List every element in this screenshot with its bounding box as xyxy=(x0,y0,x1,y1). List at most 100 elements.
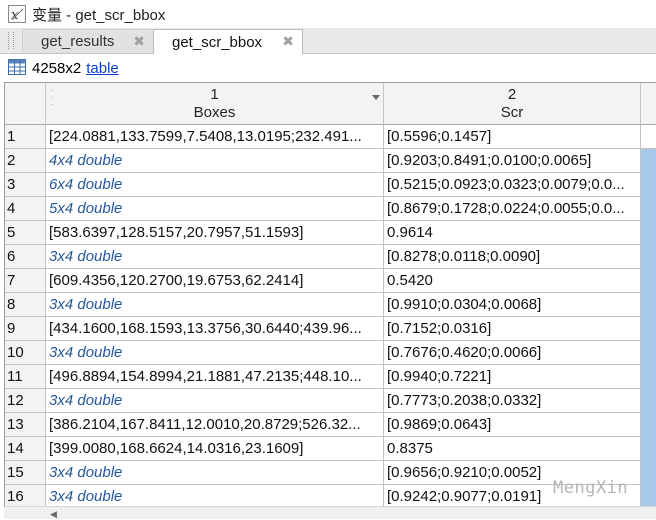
horizontal-scrollbar[interactable]: ◀ xyxy=(4,506,656,519)
cell-empty[interactable] xyxy=(641,389,656,413)
table-row: 14 [399.0080,168.6624,14.0316,23.1609] 0.8… xyxy=(5,437,656,461)
cell-empty[interactable] xyxy=(641,437,656,461)
watermark: MengXin xyxy=(553,478,629,498)
column-name: Scr xyxy=(500,104,524,121)
cell-scr[interactable]: [0.8278;0.0118;0.0090] xyxy=(384,245,641,269)
row-header[interactable]: 8 xyxy=(5,293,46,317)
variable-type-link[interactable]: table xyxy=(86,60,119,77)
cell-boxes[interactable]: [496.8894,154.8994,21.1881,47.2135;448.1… xyxy=(46,365,384,389)
cell-empty[interactable] xyxy=(641,149,656,173)
row-header[interactable]: 2 xyxy=(5,149,46,173)
cell-boxes[interactable]: 3x4 double xyxy=(46,389,384,413)
cell-empty[interactable] xyxy=(641,197,656,221)
tab-get-results[interactable]: get_results ✖ xyxy=(22,29,154,53)
row-header[interactable]: 7 xyxy=(5,269,46,293)
row-header[interactable]: 10 xyxy=(5,341,46,365)
cell-empty[interactable] xyxy=(641,365,656,389)
cell-scr[interactable]: [0.9869;0.0643] xyxy=(384,413,641,437)
table-row: 6 3x4 double [0.8278;0.0118;0.0090] xyxy=(5,245,656,269)
cell-empty[interactable] xyxy=(641,413,656,437)
cell-empty[interactable] xyxy=(641,269,656,293)
cell-boxes[interactable]: 3x4 double xyxy=(46,293,384,317)
cell-scr[interactable]: [0.9203;0.8491;0.0100;0.0065] xyxy=(384,149,641,173)
row-header[interactable]: 12 xyxy=(5,389,46,413)
row-header[interactable]: 1 xyxy=(5,125,46,149)
cell-boxes[interactable]: 3x4 double xyxy=(46,341,384,365)
table-row: 13 [386.2104,167.8411,12.0010,20.8729;526… xyxy=(5,413,656,437)
cell-scr[interactable]: 0.9614 xyxy=(384,221,641,245)
cell-scr[interactable]: 0.8375 xyxy=(384,437,641,461)
variable-dimensions: 4258x2 xyxy=(32,59,82,77)
grid-corner[interactable] xyxy=(5,83,46,125)
variable-grid: · · · 1 Boxes 2 Scr 1 [224.0881,133.7599,7.… xyxy=(4,82,656,518)
cell-empty[interactable] xyxy=(641,221,656,245)
column-header-scr[interactable]: 2 Scr xyxy=(384,83,641,125)
table-row: 7 [609.4356,120.2700,19.6753,62.2414] 0.54… xyxy=(5,269,656,293)
cell-scr[interactable]: [0.7152;0.0316] xyxy=(384,317,641,341)
cell-scr[interactable]: [0.7676;0.4620;0.0066] xyxy=(384,341,641,365)
window-title: 变量 - get_scr_bbox xyxy=(32,6,166,24)
cell-scr[interactable]: [0.7773;0.2038;0.0332] xyxy=(384,389,641,413)
close-icon[interactable]: ✖ xyxy=(133,33,145,50)
cell-boxes[interactable]: 3x4 double xyxy=(46,245,384,269)
row-header[interactable]: 15 xyxy=(5,461,46,485)
row-header[interactable]: 4 xyxy=(5,197,46,221)
cell-empty[interactable] xyxy=(641,245,656,269)
cell-boxes[interactable]: 5x4 double xyxy=(46,197,384,221)
close-icon[interactable]: ✖ xyxy=(282,33,294,50)
cell-empty[interactable] xyxy=(641,293,656,317)
table-row: 4 5x4 double [0.8679;0.1728;0.0224;0.0055;… xyxy=(5,197,656,221)
chevron-down-icon[interactable] xyxy=(372,95,380,100)
tab-grip-handle[interactable] xyxy=(8,32,14,49)
cell-empty[interactable] xyxy=(641,125,656,149)
cell-boxes[interactable]: 4x4 double xyxy=(46,149,384,173)
row-header[interactable]: 6 xyxy=(5,245,46,269)
row-header[interactable]: 5 xyxy=(5,221,46,245)
scroll-left-icon[interactable]: ◀ xyxy=(50,509,57,520)
cell-scr[interactable]: [0.8679;0.1728;0.0224;0.0055;0.0... xyxy=(384,197,641,221)
column-index: 2 xyxy=(507,86,517,103)
cell-scr[interactable]: [0.9910;0.0304;0.0068] xyxy=(384,293,641,317)
column-header-boxes[interactable]: · · · 1 Boxes xyxy=(46,83,384,125)
variable-editor-icon: x xyxy=(8,5,26,23)
variable-info-bar: 4258x2 table xyxy=(0,54,656,82)
column-name: Boxes xyxy=(193,104,236,121)
row-header[interactable]: 3 xyxy=(5,173,46,197)
cell-scr[interactable]: [0.5215;0.0923;0.0323;0.0079;0.0... xyxy=(384,173,641,197)
column-header-empty[interactable] xyxy=(641,83,656,125)
table-row: 5 [583.6397,128.5157,20.7957,51.1593] 0.96… xyxy=(5,221,656,245)
cell-boxes[interactable]: [399.0080,168.6624,14.0316,23.1609] xyxy=(46,437,384,461)
row-header[interactable]: 11 xyxy=(5,365,46,389)
row-header[interactable]: 13 xyxy=(5,413,46,437)
table-row: 1 [224.0881,133.7599,7.5408,13.0195;232.4… xyxy=(5,125,656,149)
cell-boxes[interactable]: [434.1600,168.1593,13.3756,30.6440;439.9… xyxy=(46,317,384,341)
cell-scr[interactable]: [0.9940;0.7221] xyxy=(384,365,641,389)
cell-boxes[interactable]: [583.6397,128.5157,20.7957,51.1593] xyxy=(46,221,384,245)
cell-boxes[interactable]: [386.2104,167.8411,12.0010,20.8729;526.3… xyxy=(46,413,384,437)
table-row: 10 3x4 double [0.7676;0.4620;0.0066] xyxy=(5,341,656,365)
table-row: 9 [434.1600,168.1593,13.3756,30.6440;439.… xyxy=(5,317,656,341)
row-header[interactable]: 9 xyxy=(5,317,46,341)
cell-scr[interactable]: 0.5420 xyxy=(384,269,641,293)
cell-empty[interactable] xyxy=(641,317,656,341)
table-row: 8 3x4 double [0.9910;0.0304;0.0068] xyxy=(5,293,656,317)
tab-label: get_scr_bbox xyxy=(172,33,263,51)
cell-boxes[interactable]: [609.4356,120.2700,19.6753,62.2414] xyxy=(46,269,384,293)
tab-strip: get_results ✖ get_scr_bbox ✖ xyxy=(0,28,656,54)
column-index: 1 xyxy=(210,86,219,103)
tab-get-scr-bbox[interactable]: get_scr_bbox ✖ xyxy=(153,29,303,54)
table-icon xyxy=(8,58,26,78)
cell-scr[interactable]: [0.5596;0.1457] xyxy=(384,125,641,149)
cell-boxes[interactable]: [224.0881,133.7599,7.5408,13.0195;232.49… xyxy=(46,125,384,149)
table-row: 3 6x4 double [0.5215;0.0923;0.0323;0.0079;… xyxy=(5,173,656,197)
cell-empty[interactable] xyxy=(641,341,656,365)
cell-boxes[interactable]: 6x4 double xyxy=(46,173,384,197)
cell-boxes[interactable]: 3x4 double xyxy=(46,461,384,485)
row-header[interactable]: 14 xyxy=(5,437,46,461)
cell-empty[interactable] xyxy=(641,173,656,197)
table-row: 12 3x4 double [0.7773;0.2038;0.0332] xyxy=(5,389,656,413)
title-bar: x 变量 - get_scr_bbox xyxy=(0,0,656,29)
tab-label: get_results xyxy=(41,33,115,50)
cell-empty[interactable] xyxy=(641,461,656,485)
table-row: 11 [496.8894,154.8994,21.1881,47.2135;448… xyxy=(5,365,656,389)
